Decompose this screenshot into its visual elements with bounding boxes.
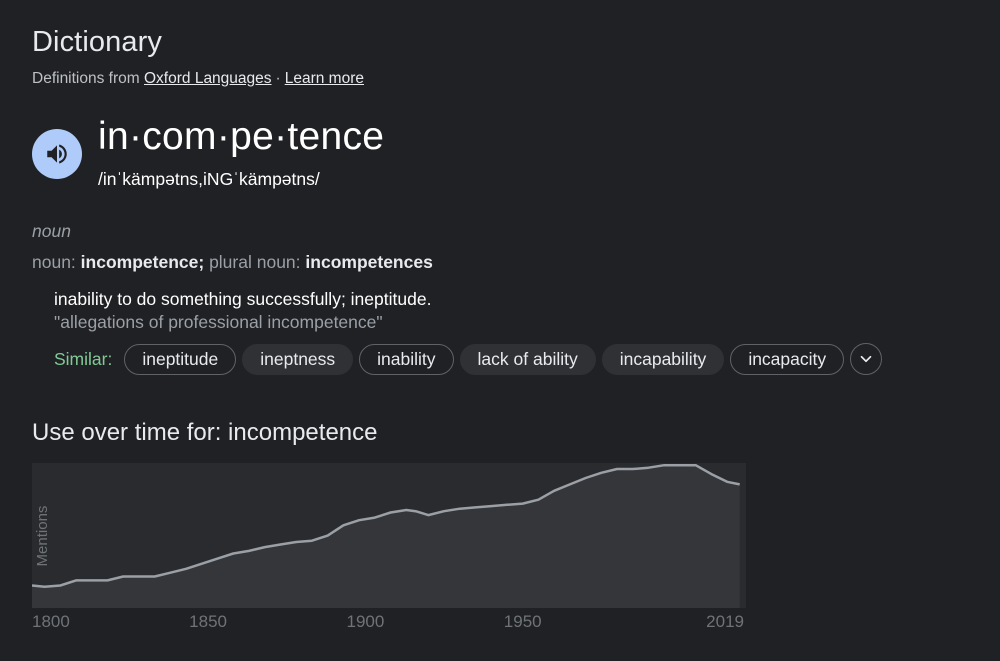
x-tick-label: 1800 — [32, 612, 70, 631]
noun-label: noun: — [32, 252, 76, 272]
definition-source: Definitions from Oxford Languages · Learn … — [32, 70, 364, 88]
usage-over-time-title: Use over time for: incompetence — [32, 419, 378, 446]
headword: in·com·pe·tence — [98, 115, 385, 158]
noun-form: incompetence — [80, 252, 199, 272]
y-axis-label: Mentions — [34, 506, 51, 567]
x-tick-label: 1850 — [189, 612, 227, 631]
learn-more-link[interactable]: Learn more — [285, 70, 364, 87]
similar-chip-lack-of-ability[interactable]: lack of ability — [459, 343, 596, 375]
x-axis-ticks: 1800 1850 1900 1950 2019 — [32, 612, 744, 631]
similar-chip-incapability[interactable]: incapability — [601, 343, 725, 375]
x-tick-label: 2019 — [706, 612, 744, 631]
chevron-down-icon — [860, 355, 872, 363]
plural-noun-form: incompetences — [305, 252, 433, 272]
x-tick-label: 1900 — [346, 612, 384, 631]
forms-divider: ; — [198, 252, 205, 272]
similar-chip-ineptitude[interactable]: ineptitude — [124, 343, 237, 375]
definition-text: inability to do something successfully; … — [54, 289, 432, 309]
similar-chip-inability[interactable]: inability — [359, 343, 454, 375]
x-tick-label: 1950 — [504, 612, 542, 631]
part-of-speech: noun — [32, 221, 71, 241]
similar-words-row: Similar: ineptitude ineptness inability … — [54, 342, 883, 376]
plural-noun-label: plural noun: — [209, 252, 301, 272]
source-prefix: Definitions from — [32, 70, 140, 87]
phonetic-spelling: /inˈkämpətns,iNGˈkämpətns/ — [98, 169, 320, 189]
similar-chip-incapacity[interactable]: incapacity — [730, 343, 845, 375]
word-forms: noun: incompetence; plural noun: incompe… — [32, 252, 433, 273]
volume-up-icon — [47, 144, 67, 164]
source-separator: · — [275, 70, 281, 87]
dictionary-title: Dictionary — [32, 26, 162, 58]
similar-label: Similar: — [54, 348, 113, 369]
pronunciation-speaker-button[interactable] — [32, 129, 82, 179]
oxford-languages-link[interactable]: Oxford Languages — [144, 70, 272, 87]
example-sentence: "allegations of professional incompetenc… — [54, 312, 383, 332]
similar-chip-ineptness[interactable]: ineptness — [242, 343, 354, 375]
usage-over-time-chart: Mentions 1800 1850 1900 1950 2019 — [32, 463, 746, 631]
expand-similar-button[interactable] — [850, 343, 883, 375]
